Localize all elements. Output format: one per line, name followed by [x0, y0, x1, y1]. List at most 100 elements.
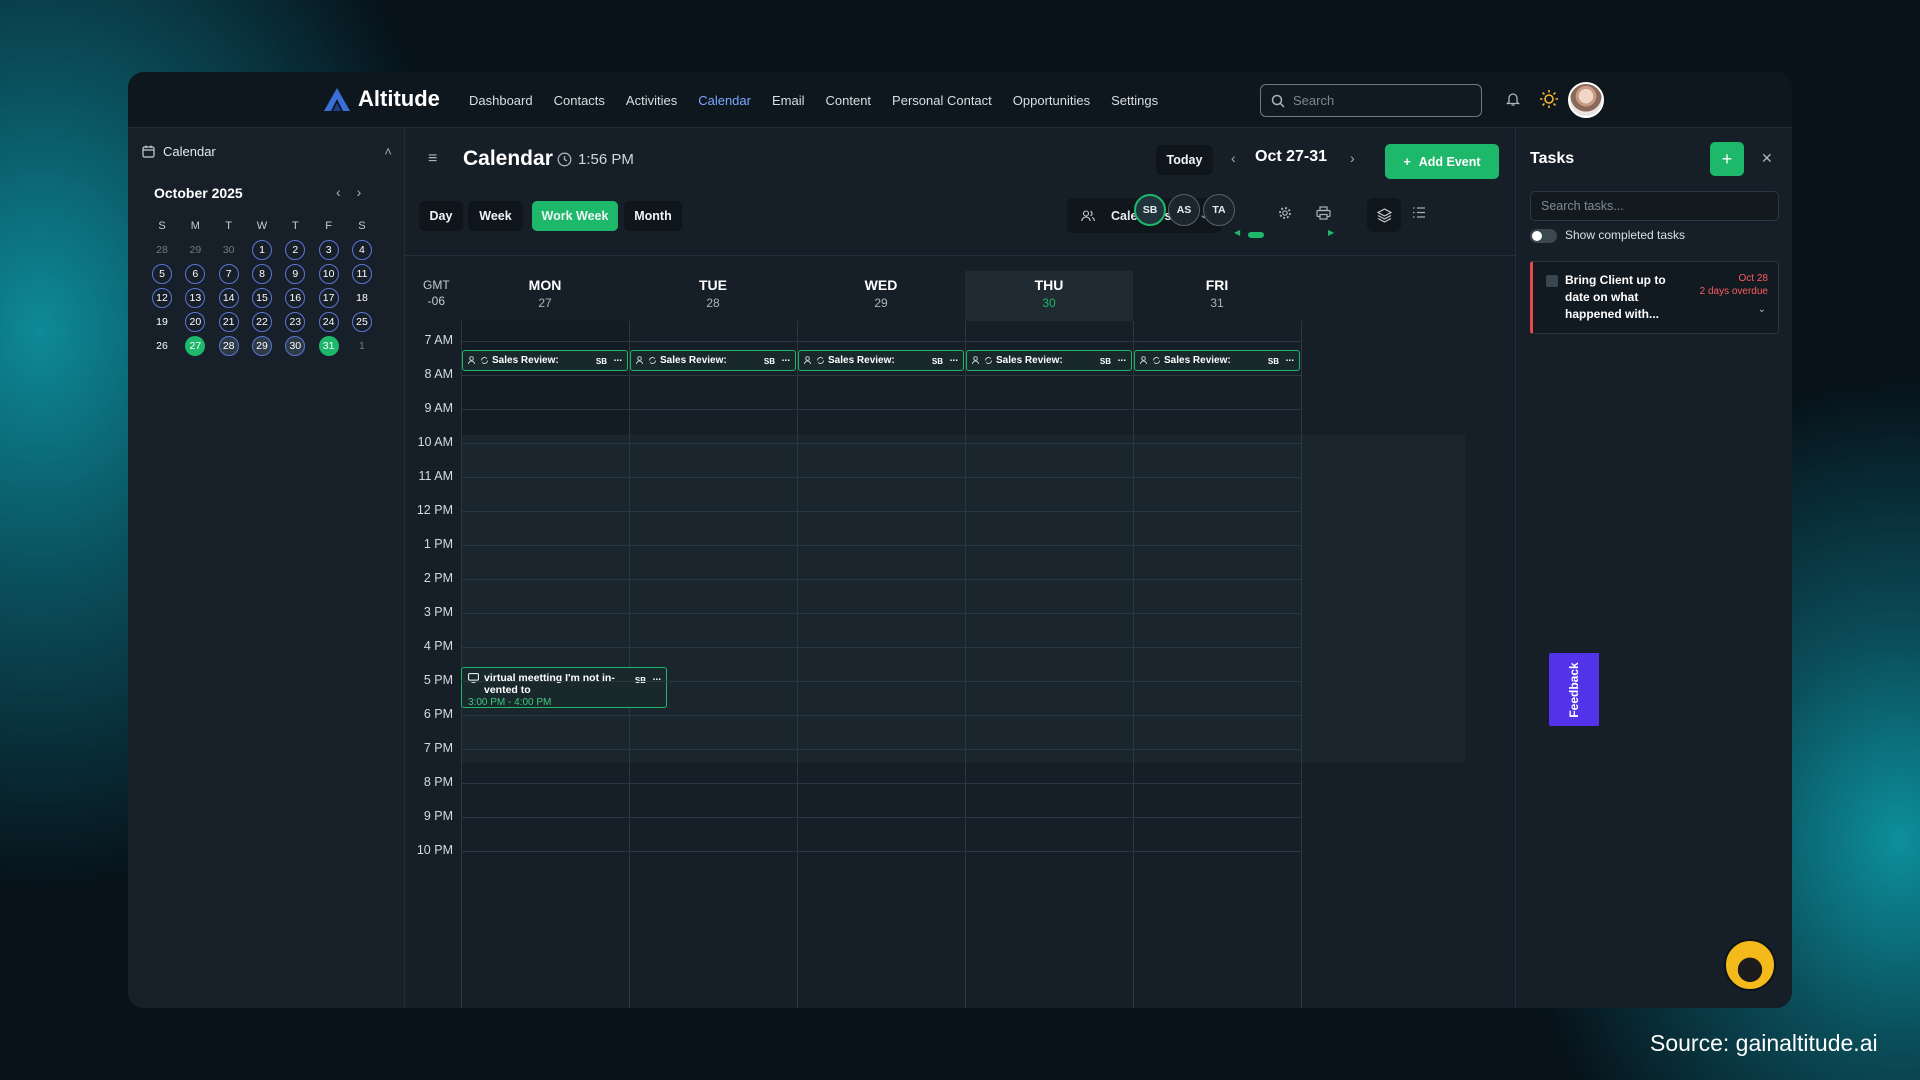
- day-column[interactable]: [797, 321, 965, 1008]
- sales-review-event[interactable]: Sales Review:SB...: [630, 350, 796, 371]
- sales-review-event[interactable]: Sales Review:SB...: [462, 350, 628, 371]
- bell-icon[interactable]: [1506, 91, 1520, 107]
- nav-dashboard[interactable]: Dashboard: [469, 93, 533, 108]
- mini-day[interactable]: 28: [219, 336, 239, 356]
- print-icon[interactable]: [1316, 206, 1331, 220]
- scroll-left-icon[interactable]: ◀: [1234, 228, 1240, 237]
- sidebar-calendar-header[interactable]: Calendar ˄: [142, 144, 392, 159]
- task-card[interactable]: Bring Client up to date on what happened…: [1530, 261, 1779, 334]
- add-event-button[interactable]: + Add Event: [1385, 144, 1499, 179]
- mini-day[interactable]: 22: [252, 312, 272, 332]
- chevron-up-icon[interactable]: ˄: [384, 144, 392, 159]
- search-input[interactable]: [1293, 93, 1463, 108]
- mini-day[interactable]: 23: [285, 312, 305, 332]
- theme-sun-icon[interactable]: [1539, 89, 1559, 109]
- nav-contacts[interactable]: Contacts: [554, 93, 605, 108]
- task-search-input[interactable]: [1530, 191, 1779, 221]
- nav-activities[interactable]: Activities: [626, 93, 677, 108]
- mini-day[interactable]: 7: [219, 264, 239, 284]
- mini-day[interactable]: 4: [352, 240, 372, 260]
- day-column[interactable]: [629, 321, 797, 1008]
- mini-day[interactable]: 19: [152, 312, 172, 332]
- list-settings-icon[interactable]: [1412, 206, 1426, 219]
- scroll-thumb[interactable]: [1248, 232, 1264, 238]
- view-week-button[interactable]: Week: [468, 201, 523, 231]
- mini-day[interactable]: 30: [285, 336, 305, 356]
- nav-personal-contact[interactable]: Personal Contact: [892, 93, 992, 108]
- mini-day[interactable]: 17: [319, 288, 339, 308]
- chevron-left-icon[interactable]: ‹: [336, 184, 341, 200]
- mini-day[interactable]: 16: [285, 288, 305, 308]
- mini-day[interactable]: 31: [319, 336, 339, 356]
- nav-calendar[interactable]: Calendar: [698, 93, 751, 108]
- nav-settings[interactable]: Settings: [1111, 93, 1158, 108]
- mini-day[interactable]: 28: [152, 240, 172, 260]
- mini-day[interactable]: 29: [252, 336, 272, 356]
- day-header-mon[interactable]: MON27: [461, 271, 629, 321]
- mini-day[interactable]: 27: [185, 336, 205, 356]
- view-month-button[interactable]: Month: [624, 201, 682, 231]
- sales-review-event[interactable]: Sales Review:SB...: [798, 350, 964, 371]
- more-icon[interactable]: ...: [1286, 353, 1294, 364]
- user-avatar[interactable]: [1568, 82, 1604, 118]
- mini-day[interactable]: 29: [185, 240, 205, 260]
- assistant-bot-avatar[interactable]: [1724, 939, 1776, 991]
- more-icon[interactable]: ...: [782, 353, 790, 364]
- mini-day[interactable]: 1: [252, 240, 272, 260]
- chevron-right-icon[interactable]: ›: [357, 184, 362, 200]
- mini-day[interactable]: 26: [152, 336, 172, 356]
- brand-logo[interactable]: Altitude: [322, 86, 440, 112]
- person-sb-chip[interactable]: SB: [1134, 194, 1166, 226]
- nav-opportunities[interactable]: Opportunities: [1013, 93, 1090, 108]
- sales-review-event[interactable]: Sales Review:SB...: [966, 350, 1132, 371]
- mini-day[interactable]: 18: [352, 288, 372, 308]
- day-header-wed[interactable]: WED29: [797, 271, 965, 321]
- day-header-tue[interactable]: TUE28: [629, 271, 797, 321]
- mini-day[interactable]: 21: [219, 312, 239, 332]
- day-header-fri[interactable]: FRI31: [1133, 271, 1301, 321]
- layers-button[interactable]: [1367, 198, 1401, 232]
- mini-day[interactable]: 1: [352, 336, 372, 356]
- more-icon[interactable]: ...: [1118, 353, 1126, 364]
- more-icon[interactable]: ...: [950, 353, 958, 364]
- day-column[interactable]: [965, 321, 1133, 1008]
- mini-day[interactable]: 30: [219, 240, 239, 260]
- view-day-button[interactable]: Day: [419, 201, 463, 231]
- task-checkbox[interactable]: [1546, 275, 1558, 287]
- feedback-tab[interactable]: Feedback: [1549, 653, 1599, 726]
- prev-range-icon[interactable]: ‹: [1231, 150, 1236, 166]
- nav-email[interactable]: Email: [772, 93, 805, 108]
- mini-day[interactable]: 25: [352, 312, 372, 332]
- mini-day[interactable]: 11: [352, 264, 372, 284]
- mini-day[interactable]: 12: [152, 288, 172, 308]
- mini-day[interactable]: 20: [185, 312, 205, 332]
- mini-day[interactable]: 10: [319, 264, 339, 284]
- mini-day[interactable]: 5: [152, 264, 172, 284]
- more-icon[interactable]: ...: [614, 353, 622, 364]
- mini-day[interactable]: 3: [319, 240, 339, 260]
- mini-day[interactable]: 6: [185, 264, 205, 284]
- add-task-button[interactable]: +: [1710, 142, 1744, 176]
- people-scroller[interactable]: ◀ ▶: [1234, 231, 1334, 239]
- show-completed-toggle[interactable]: [1530, 229, 1557, 243]
- close-icon[interactable]: ✕: [1761, 150, 1773, 167]
- gear-icon[interactable]: [1278, 206, 1292, 220]
- menu-icon[interactable]: ≡: [428, 150, 437, 168]
- day-column[interactable]: [1133, 321, 1301, 1008]
- sales-review-event[interactable]: Sales Review:SB...: [1134, 350, 1300, 371]
- next-range-icon[interactable]: ›: [1350, 150, 1355, 166]
- mini-day[interactable]: 24: [319, 312, 339, 332]
- meeting-event[interactable]: virtual meetting I'm not in- vented to S…: [461, 667, 667, 708]
- mini-day[interactable]: 8: [252, 264, 272, 284]
- view-work-week-button[interactable]: Work Week: [532, 201, 618, 231]
- nav-content[interactable]: Content: [826, 93, 872, 108]
- chevron-down-icon[interactable]: ⌄: [1758, 304, 1766, 315]
- day-header-thu[interactable]: THU30: [965, 271, 1133, 321]
- mini-day[interactable]: 15: [252, 288, 272, 308]
- mini-day[interactable]: 2: [285, 240, 305, 260]
- mini-day[interactable]: 14: [219, 288, 239, 308]
- mini-day[interactable]: 13: [185, 288, 205, 308]
- mini-day[interactable]: 9: [285, 264, 305, 284]
- day-column[interactable]: [461, 321, 629, 1008]
- person-ta-chip[interactable]: TA: [1203, 194, 1235, 226]
